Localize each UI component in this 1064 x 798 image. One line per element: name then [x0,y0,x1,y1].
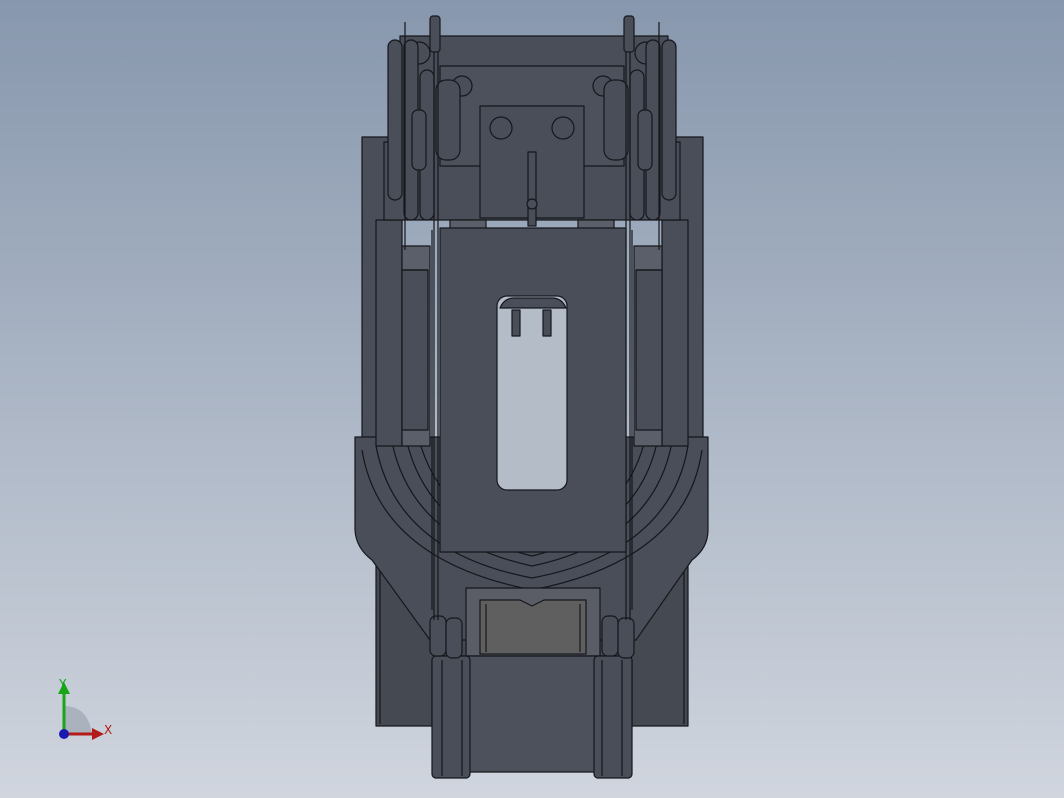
coordinate-triad: Y X [44,676,124,746]
right-outer-cylinder[interactable] [661,219,689,447]
x-axis-label: X [104,723,112,737]
right-top-link-tip[interactable] [623,15,635,53]
left-top-link-tip[interactable] [429,15,441,53]
center-plate-hole-left[interactable] [489,116,513,140]
pocket-latch-pin-right[interactable] [542,309,552,337]
left-bottom-knuckle-b[interactable] [445,617,463,659]
left-outer-cylinder[interactable] [375,219,403,447]
plate-window-pocket[interactable] [496,295,568,491]
assembly-model[interactable] [354,15,709,779]
right-upper-pulley-e[interactable] [637,109,653,171]
left-bottom-roller[interactable] [431,655,471,779]
right-upper-pulley-a[interactable] [661,39,677,201]
z-axis-dot-icon [59,729,69,739]
left-bottom-knuckle-a[interactable] [429,615,447,657]
right-bottom-knuckle-b[interactable] [617,617,635,659]
right-bottom-roller[interactable] [593,655,633,779]
model-view[interactable] [0,0,1064,798]
center-pin[interactable] [527,151,537,227]
left-upper-pulley-a[interactable] [387,39,403,201]
triad-svg: Y X [58,677,112,740]
right-upper-pulley-d[interactable] [603,79,629,161]
triad-shade [64,706,92,734]
clamp-block[interactable] [479,599,587,655]
right-bottom-knuckle-a[interactable] [601,615,619,657]
center-plate-hole-right[interactable] [551,116,575,140]
pocket-latch[interactable] [499,297,567,309]
y-axis-label: Y [58,677,67,691]
right-cylinder-rod[interactable] [635,269,663,431]
pocket-latch-pin-left[interactable] [511,309,521,337]
center-pin-head[interactable] [526,198,538,210]
x-axis-arrow-icon [92,728,104,740]
left-upper-pulley-e[interactable] [411,109,427,171]
graphics-viewport[interactable]: Y X [0,0,1064,798]
left-upper-pulley-d[interactable] [435,79,461,161]
left-cylinder-rod[interactable] [401,269,429,431]
